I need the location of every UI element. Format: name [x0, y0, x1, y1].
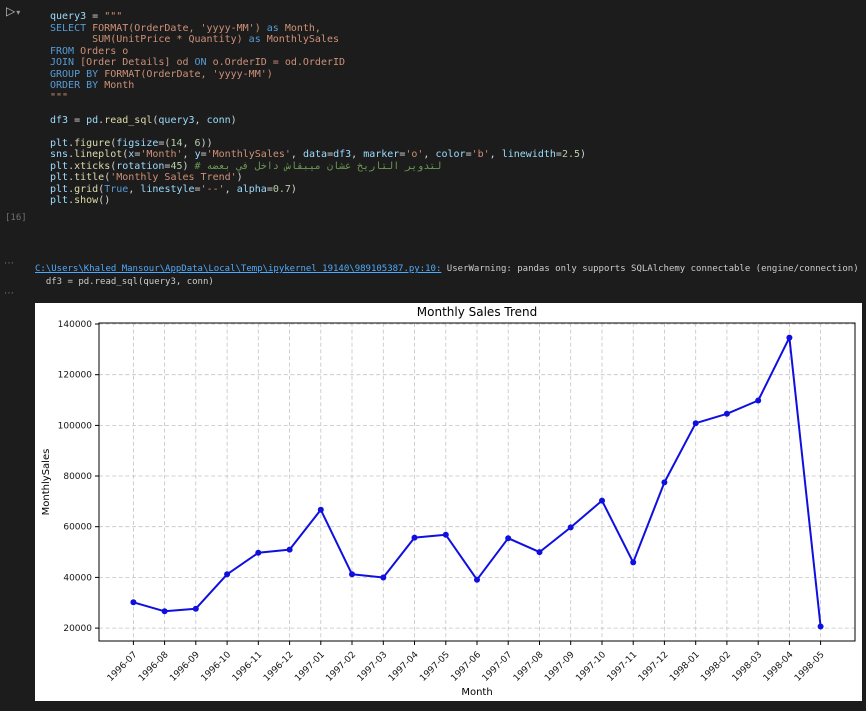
- code-line: plt.xticks(rotation=45) # لتدوير التاريخ…: [50, 160, 442, 172]
- code-line: GROUP BY FORMAT(OrderDate, 'yyyy-MM'): [50, 68, 273, 80]
- run-icon: ▷: [6, 4, 16, 18]
- code-lines: query3 = """ SELECT FORMAT(OrderDate, 'yy…: [50, 11, 586, 207]
- chart-xlabel: Month: [461, 687, 492, 698]
- code-line: plt.grid(True, linestyle='--', alpha=0.7…: [50, 183, 297, 195]
- chart-svg: 2000040000600008000010000012000014000019…: [35, 303, 862, 701]
- code-line: JOIN [Order Details] od ON o.OrderID = o…: [50, 57, 346, 68]
- code-line: SUM(UnitPrice * Quantity) as MonthlySale…: [50, 34, 339, 45]
- svg-text:20000: 20000: [63, 624, 92, 634]
- svg-text:60000: 60000: [63, 523, 92, 533]
- code-line: plt.show(): [50, 195, 111, 206]
- code-line: ORDER BY Month: [50, 80, 135, 91]
- warning-line: C:\Users\Khaled Mansour\AppData\Local\Te…: [35, 263, 863, 276]
- code-line: query3 = """: [50, 11, 123, 22]
- code-line: plt.figure(figsize=(14, 6)): [50, 137, 213, 149]
- svg-text:100000: 100000: [58, 421, 93, 431]
- run-cell-button[interactable]: ▷ ▾: [6, 4, 20, 18]
- svg-text:40000: 40000: [63, 573, 92, 583]
- code-line: df3 = pd.read_sql(query3, conn): [50, 114, 237, 126]
- svg-text:80000: 80000: [63, 472, 92, 482]
- chart-output: 20000 40000 60000 80000 100000 120000 140000 19…: [35, 303, 862, 701]
- output-menu-dots[interactable]: ⋯: [4, 258, 14, 269]
- execution-count: [16]: [5, 213, 27, 223]
- warning-code-context: df3 = pd.read_sql(query3, conn): [35, 277, 214, 287]
- chart-ylabel: MonthlySales: [41, 449, 52, 516]
- svg-text:140000: 140000: [58, 320, 93, 330]
- code-editor[interactable]: query3 = """ SELECT FORMAT(OrderDate, 'yy…: [50, 11, 586, 207]
- notebook: ▷ ▾ query3 = """ SELECT FORMAT(OrderDate,…: [0, 0, 866, 711]
- code-line: FROM Orders o: [50, 45, 129, 57]
- warning-output: C:\Users\Khaled Mansour\AppData\Local\Te…: [35, 263, 863, 289]
- output-menu-dots-2[interactable]: ⋯: [4, 288, 14, 299]
- warning-file-link[interactable]: C:\Users\Khaled Mansour\AppData\Local\Te…: [35, 264, 441, 274]
- chevron-down-icon: ▾: [16, 8, 21, 17]
- chart-title: Monthly Sales Trend: [417, 305, 537, 319]
- svg-text:120000: 120000: [58, 371, 93, 381]
- code-line: """: [50, 91, 69, 103]
- code-line: SELECT FORMAT(OrderDate, 'yyyy-MM') as M…: [50, 22, 321, 34]
- code-line: plt.title('Monthly Sales Trend'): [50, 172, 243, 183]
- code-line: sns.lineplot(x='Month', y='MonthlySales'…: [50, 149, 587, 160]
- warning-message: UserWarning: pandas only supports SQLAlc…: [441, 264, 863, 274]
